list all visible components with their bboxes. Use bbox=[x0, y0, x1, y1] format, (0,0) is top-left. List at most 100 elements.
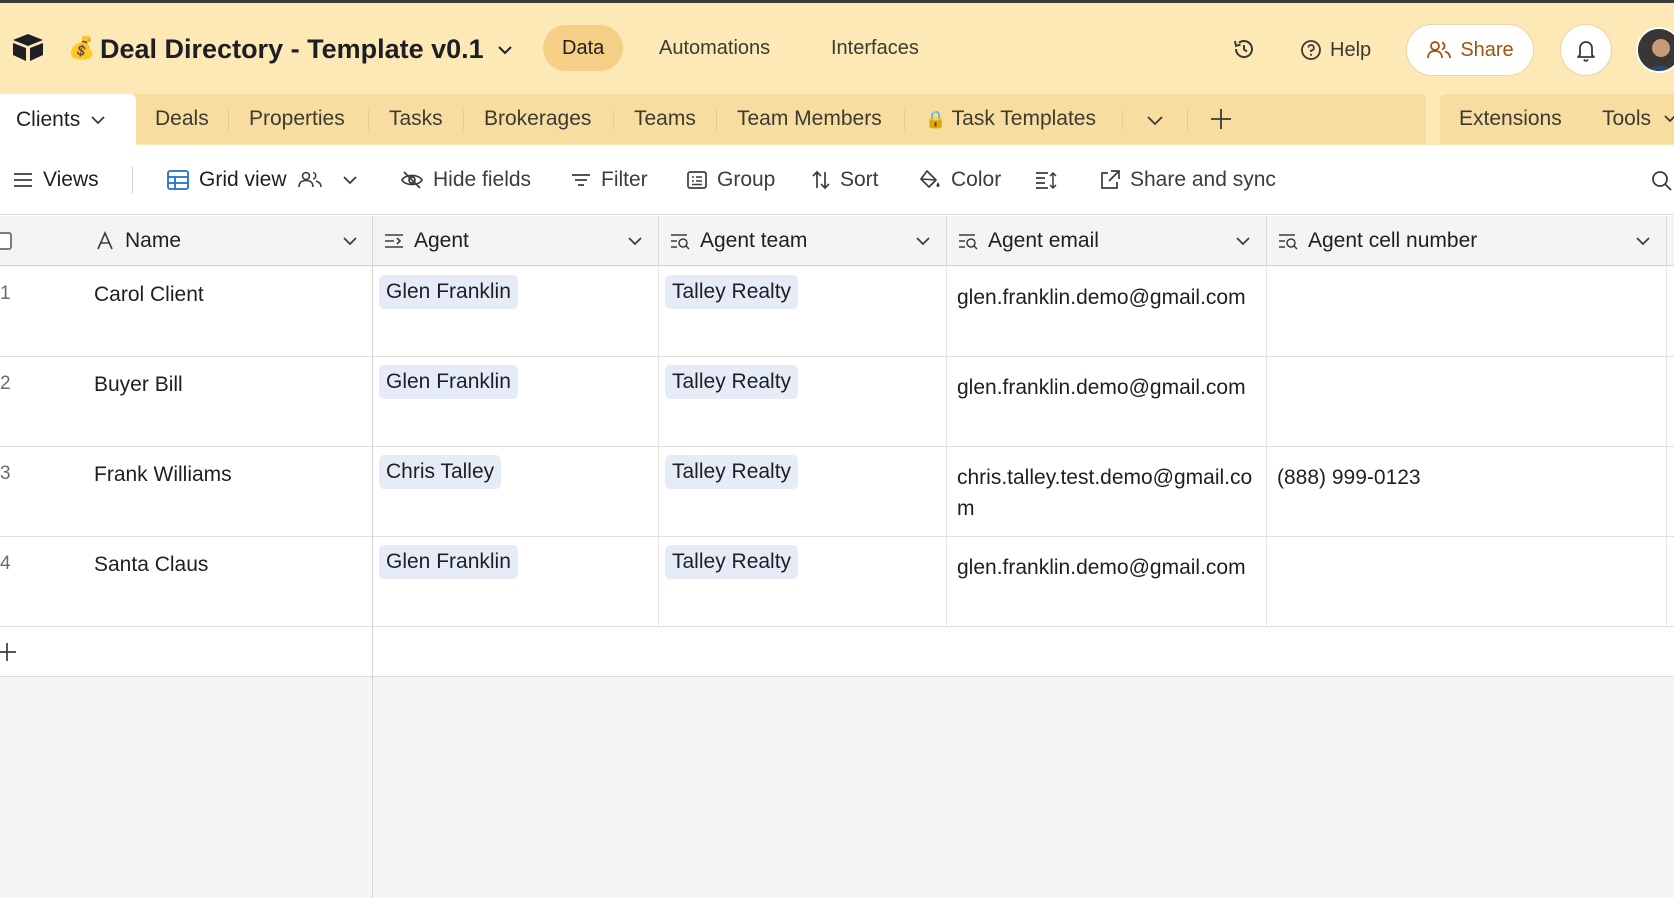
sort-button[interactable]: Sort bbox=[811, 165, 879, 195]
row-number: 1 bbox=[0, 283, 11, 304]
tab-properties[interactable]: Properties bbox=[249, 94, 345, 144]
row-number: 2 bbox=[0, 373, 11, 394]
notifications-button[interactable] bbox=[1560, 24, 1612, 76]
cell-name[interactable]: 3 Frank Williams bbox=[0, 447, 373, 537]
views-label: Views bbox=[43, 168, 99, 191]
cell-agent-email[interactable]: glen.franklin.demo@gmail.com bbox=[947, 357, 1267, 447]
color-button[interactable]: Color bbox=[918, 165, 1001, 195]
filter-button[interactable]: Filter bbox=[570, 165, 648, 195]
linked-record-icon bbox=[385, 234, 403, 248]
nav-data-tab[interactable]: Data bbox=[543, 25, 624, 71]
table-row[interactable]: 2 Buyer Bill Glen Franklin Talley Realty… bbox=[0, 357, 1674, 447]
tab-separator bbox=[613, 110, 614, 130]
table-row[interactable]: 4 Santa Claus Glen Franklin Talley Realt… bbox=[0, 537, 1674, 627]
cell-agent-email[interactable]: glen.franklin.demo@gmail.com bbox=[947, 267, 1267, 357]
grid-header-row: Name Agent Agent team Agent email Agent … bbox=[0, 216, 1674, 266]
cell-agent[interactable]: Chris Talley bbox=[373, 447, 659, 537]
group-button[interactable]: Group bbox=[686, 165, 775, 195]
share-and-sync-button[interactable]: Share and sync bbox=[1099, 165, 1276, 195]
cell-agent[interactable]: Glen Franklin bbox=[373, 357, 659, 447]
tools-button[interactable]: Tools bbox=[1602, 94, 1674, 144]
nav-automations-tab[interactable]: Automations bbox=[640, 25, 789, 71]
add-table-icon[interactable] bbox=[1209, 107, 1233, 131]
search-icon[interactable] bbox=[1650, 169, 1674, 193]
cell-agent-cell-number[interactable]: (888) 999-0123 bbox=[1267, 447, 1667, 537]
add-record-row[interactable] bbox=[0, 627, 1674, 677]
chevron-down-icon[interactable] bbox=[1144, 110, 1166, 130]
lookup-icon bbox=[1279, 234, 1298, 250]
base-title[interactable]: Deal Directory - Template v0.1 bbox=[100, 34, 484, 65]
chevron-down-icon[interactable] bbox=[1234, 235, 1252, 247]
cell-agent[interactable]: Glen Franklin bbox=[373, 267, 659, 357]
agent-record-pill[interactable]: Glen Franklin bbox=[379, 545, 518, 579]
table-row[interactable]: 1 Carol Client Glen Franklin Talley Real… bbox=[0, 267, 1674, 357]
tab-deals[interactable]: Deals bbox=[155, 94, 209, 144]
column-header-agent-email[interactable]: Agent email bbox=[947, 216, 1267, 266]
hide-fields-button[interactable]: Hide fields bbox=[400, 165, 531, 195]
tab-task-templates[interactable]: 🔒 Task Templates bbox=[925, 94, 1096, 144]
cell-agent-team[interactable]: Talley Realty bbox=[659, 447, 947, 537]
cell-name[interactable]: 1 Carol Client bbox=[0, 267, 373, 357]
column-header-agent-cell-number[interactable]: Agent cell number bbox=[1267, 216, 1667, 266]
column-header-agent[interactable]: Agent bbox=[373, 216, 659, 266]
client-name: Santa Claus bbox=[94, 553, 209, 576]
agent-email-value: chris.talley.test.demo@gmail.com bbox=[957, 466, 1253, 520]
tab-clients-label: Clients bbox=[16, 107, 81, 131]
cell-agent-cell-number[interactable] bbox=[1267, 267, 1667, 357]
cell-agent-email[interactable]: chris.talley.test.demo@gmail.com bbox=[947, 447, 1267, 537]
group-label: Group bbox=[717, 168, 776, 191]
nav-interfaces-tab[interactable]: Interfaces bbox=[812, 25, 938, 71]
agent-record-pill[interactable]: Chris Talley bbox=[379, 455, 502, 489]
cell-agent[interactable]: Glen Franklin bbox=[373, 537, 659, 627]
select-all-checkbox[interactable] bbox=[0, 232, 12, 250]
chevron-down-icon[interactable] bbox=[341, 235, 359, 247]
tab-tasks[interactable]: Tasks bbox=[389, 94, 443, 144]
table-row[interactable]: 3 Frank Williams Chris Talley Talley Rea… bbox=[0, 447, 1674, 537]
row-height-button[interactable] bbox=[1034, 165, 1058, 195]
history-icon[interactable] bbox=[1232, 37, 1256, 61]
filter-label: Filter bbox=[601, 168, 648, 191]
extensions-button[interactable]: Extensions bbox=[1459, 94, 1562, 144]
agent-record-pill[interactable]: Glen Franklin bbox=[379, 275, 518, 309]
grid-view-label: Grid view bbox=[199, 168, 287, 191]
chevron-down-icon[interactable] bbox=[496, 43, 514, 57]
plus-icon[interactable] bbox=[0, 641, 18, 663]
cell-agent-team[interactable]: Talley Realty bbox=[659, 357, 947, 447]
chevron-down-icon[interactable] bbox=[90, 114, 106, 126]
share-button[interactable]: Share bbox=[1406, 24, 1534, 76]
team-record-pill: Talley Realty bbox=[665, 545, 799, 579]
sort-label: Sort bbox=[840, 168, 879, 191]
cell-agent-email[interactable]: glen.franklin.demo@gmail.com bbox=[947, 537, 1267, 627]
column-header-name[interactable]: Name bbox=[84, 216, 373, 266]
tab-teams[interactable]: Teams bbox=[634, 94, 696, 144]
chevron-down-icon[interactable] bbox=[626, 235, 644, 247]
tab-separator bbox=[1122, 110, 1123, 130]
user-avatar[interactable] bbox=[1636, 27, 1674, 73]
tab-separator bbox=[368, 110, 369, 130]
chevron-down-icon[interactable] bbox=[914, 235, 932, 247]
avatar-image-icon bbox=[1638, 29, 1674, 71]
cell-agent-cell-number[interactable] bbox=[1267, 537, 1667, 627]
cell-name[interactable]: 2 Buyer Bill bbox=[0, 357, 373, 447]
tab-separator bbox=[716, 110, 717, 130]
cell-agent-cell-number[interactable] bbox=[1267, 357, 1667, 447]
views-button[interactable]: Views bbox=[12, 165, 99, 195]
cell-agent-team[interactable]: Talley Realty bbox=[659, 267, 947, 357]
table-tabs-bar: Clients Deals Properties Tasks Brokerage… bbox=[0, 91, 1674, 145]
records-grid: Name Agent Agent team Agent email Agent … bbox=[0, 216, 1674, 898]
tab-team-members[interactable]: Team Members bbox=[737, 94, 882, 144]
chevron-down-icon[interactable] bbox=[1634, 235, 1652, 247]
grid-view-switcher[interactable]: Grid view bbox=[166, 165, 359, 195]
tab-clients[interactable]: Clients bbox=[0, 94, 136, 145]
airtable-logo-icon[interactable] bbox=[10, 31, 46, 63]
paint-bucket-icon bbox=[920, 170, 940, 188]
column-header-agent-team[interactable]: Agent team bbox=[659, 216, 947, 266]
cell-agent-team[interactable]: Talley Realty bbox=[659, 537, 947, 627]
help-button[interactable]: Help bbox=[1300, 36, 1371, 64]
tab-brokerages[interactable]: Brokerages bbox=[484, 94, 591, 144]
agent-record-pill[interactable]: Glen Franklin bbox=[379, 365, 518, 399]
column-agent-email-label: Agent email bbox=[988, 229, 1099, 252]
eye-slash-icon bbox=[401, 171, 423, 189]
cell-name[interactable]: 4 Santa Claus bbox=[0, 537, 373, 627]
agent-email-value: glen.franklin.demo@gmail.com bbox=[957, 376, 1246, 399]
